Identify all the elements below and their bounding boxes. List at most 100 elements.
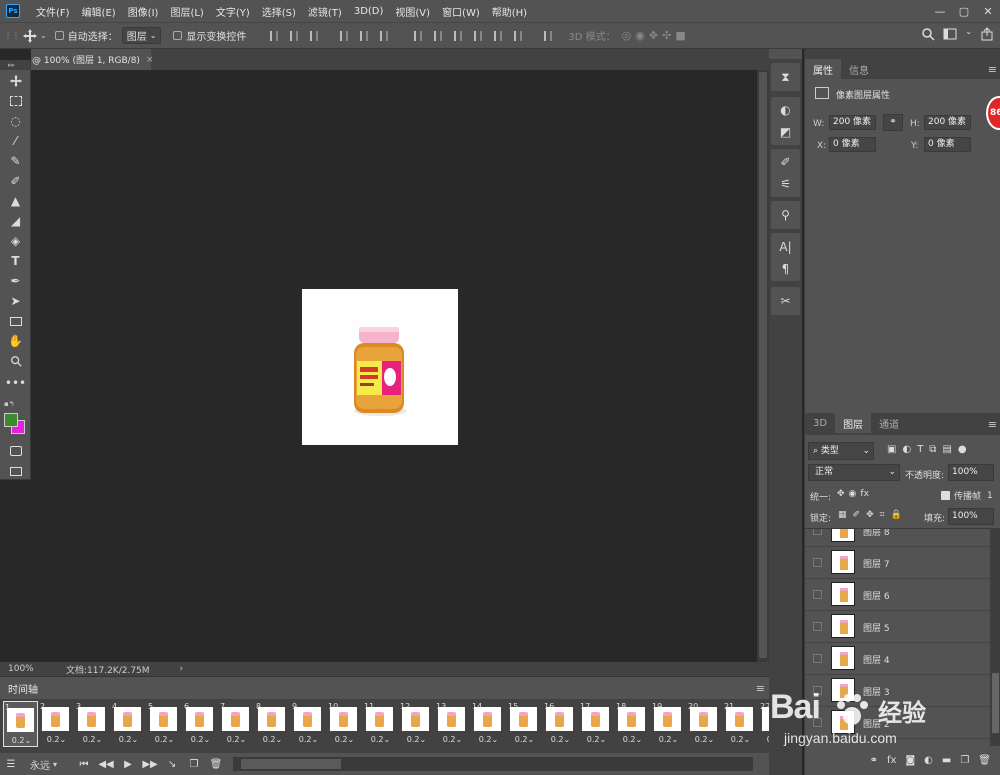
layer-name[interactable]: 图层 5 — [863, 621, 890, 634]
status-menu-arrow[interactable]: › — [180, 664, 184, 674]
frame-delay[interactable]: 0.2⌄ — [327, 735, 362, 744]
workspace-icon[interactable] — [943, 27, 957, 41]
filter-pixel-icon[interactable]: ▣ — [887, 444, 896, 455]
brushes-icon[interactable]: ✐ — [773, 151, 798, 173]
timeline-frame[interactable]: 140.2⌄ — [471, 701, 506, 747]
layer-visibility-toggle[interactable] — [813, 558, 822, 567]
panel-menu-icon[interactable]: ≡ — [988, 418, 997, 431]
prev-frame-icon[interactable]: ◀◀ — [95, 759, 117, 770]
panel-menu-icon[interactable]: ≡ — [988, 63, 997, 76]
distribute-top-icon[interactable] — [410, 28, 426, 44]
pen-tool[interactable]: ✒ — [5, 272, 26, 290]
frame-delay[interactable]: 0.2⌄ — [651, 735, 686, 744]
more-tools[interactable]: ••• — [5, 374, 26, 392]
layer-row[interactable]: 图层 7 — [805, 547, 990, 579]
lasso-tool[interactable]: ◌ — [5, 112, 26, 130]
magic-wand-tool[interactable]: ⁄ — [5, 132, 26, 150]
timeline-frame[interactable]: 10.2⌄ — [3, 701, 38, 747]
blend-mode-select[interactable]: 正常 ⌄ — [808, 464, 900, 481]
timeline-frame[interactable]: 110.2⌄ — [363, 701, 398, 747]
adjustments-icon[interactable]: ◐ — [773, 99, 798, 121]
align-left-icon[interactable] — [336, 28, 352, 44]
tab-info[interactable]: 信息 — [841, 59, 877, 79]
hand-tool[interactable]: ✋ — [5, 332, 26, 350]
timeline-frame[interactable]: 120.2⌄ — [399, 701, 434, 747]
layer-name[interactable]: 图层 8 — [863, 529, 890, 538]
lock-image-icon[interactable]: ✐ — [853, 510, 861, 520]
frame-delay[interactable]: 0.2⌄ — [39, 735, 74, 744]
link-layers-icon[interactable]: ⚭ — [870, 755, 878, 766]
tab-properties[interactable]: 属性 — [805, 59, 841, 79]
filter-adjustment-icon[interactable]: ◐ — [902, 444, 911, 455]
frame-delay[interactable]: 0.2⌄ — [75, 735, 110, 744]
timeline-frame[interactable]: 150.2⌄ — [507, 701, 542, 747]
tween-icon[interactable]: ↘ — [161, 759, 183, 770]
timeline-frame[interactable]: 80.2⌄ — [255, 701, 290, 747]
layer-visibility-toggle[interactable] — [813, 622, 822, 631]
frame-delay[interactable]: 0.2⌄ — [219, 735, 254, 744]
show-transform-checkbox[interactable]: 显示变换控件 — [173, 28, 246, 43]
layer-visibility-toggle[interactable] — [813, 529, 822, 535]
height-field[interactable]: 200 像素 — [924, 115, 971, 130]
search-icon[interactable] — [921, 27, 935, 41]
frame-delay[interactable]: 0.2⌄ — [291, 735, 326, 744]
minimize-button[interactable]: — — [928, 0, 952, 22]
y-field[interactable]: 0 像素 — [924, 137, 971, 152]
move-tool[interactable] — [5, 72, 26, 90]
menu-file[interactable]: 文件(F) — [30, 4, 76, 19]
frame-delay[interactable]: 0.2⌄ — [471, 735, 506, 744]
convert-timeline-icon[interactable]: ☰ — [0, 759, 22, 770]
timeline-frame[interactable]: 40.2⌄ — [111, 701, 146, 747]
distribute-left-icon[interactable] — [470, 28, 486, 44]
align-bottom-icon[interactable] — [306, 28, 322, 44]
timeline-frame[interactable]: 70.2⌄ — [219, 701, 254, 747]
layer-style-icon[interactable]: fx — [887, 755, 896, 766]
menu-image[interactable]: 图像(I) — [122, 4, 165, 19]
width-field[interactable]: 200 像素 — [829, 115, 876, 130]
distribute-vcenter-icon[interactable] — [430, 28, 446, 44]
frame-delay[interactable]: 0.2⌄ — [507, 735, 542, 744]
unify-style-icon[interactable]: fx — [860, 489, 869, 499]
frame-delay[interactable]: 0.2⌄ — [4, 736, 39, 745]
menu-3d[interactable]: 3D(D) — [348, 6, 390, 17]
frame-delay[interactable]: 0.2⌄ — [687, 735, 722, 744]
eyedropper-tool[interactable]: ✎ — [5, 152, 26, 170]
restore-button[interactable]: ▢ — [952, 0, 976, 22]
layer-visibility-toggle[interactable] — [813, 590, 822, 599]
timeline-frame[interactable]: 90.2⌄ — [291, 701, 326, 747]
scroll-thumb[interactable] — [759, 72, 767, 658]
close-button[interactable]: ✕ — [976, 0, 1000, 22]
adjustment-layer-icon[interactable]: ◐ — [924, 755, 933, 766]
marquee-tool[interactable] — [5, 92, 26, 110]
layer-mask-icon[interactable]: ◙ — [905, 755, 915, 766]
foreground-color-swatch[interactable] — [4, 413, 18, 427]
3d-orbit-icon[interactable]: ◎ — [622, 29, 632, 42]
chevron-down-icon[interactable]: ⌄ — [965, 27, 972, 41]
default-colors-icon[interactable]: ▪↰ — [4, 400, 15, 408]
type-tool[interactable]: T — [5, 252, 26, 270]
zoom-tool[interactable] — [5, 352, 26, 370]
frame-delay[interactable]: 0.2⌄ — [579, 735, 614, 744]
align-top-icon[interactable] — [266, 28, 282, 44]
layer-row[interactable]: 图层 4 — [805, 643, 990, 675]
play-icon[interactable]: ▶ — [117, 759, 139, 770]
new-group-icon[interactable]: ▬ — [942, 755, 951, 766]
paint-bucket-tool[interactable]: ◈ — [5, 232, 26, 250]
lock-all-icon[interactable]: 🔒 — [891, 510, 902, 520]
align-hcenter-icon[interactable] — [356, 28, 372, 44]
timeline-frame[interactable]: 20.2⌄ — [39, 701, 74, 747]
layer-name[interactable]: 图层 7 — [863, 557, 890, 570]
share-icon[interactable] — [980, 27, 994, 41]
timeline-frame[interactable]: 190.2⌄ — [651, 701, 686, 747]
document-tab[interactable]: @ 100% (图层 1, RGB/8) × — [31, 49, 154, 70]
menu-view[interactable]: 视图(V) — [389, 4, 436, 19]
eraser-tool[interactable]: ◢ — [5, 212, 26, 230]
menu-help[interactable]: 帮助(H) — [486, 4, 533, 19]
lock-position-icon[interactable]: ✥ — [866, 510, 874, 520]
brush-tool[interactable]: ✐ — [5, 172, 26, 190]
menu-layer[interactable]: 图层(L) — [164, 4, 209, 19]
frame-delay[interactable]: 0.2⌄ — [723, 735, 758, 744]
timeline-frame[interactable]: 210.2⌄ — [723, 701, 758, 747]
styles-icon[interactable]: ◩ — [773, 121, 798, 143]
timeline-frame[interactable]: 50.2⌄ — [147, 701, 182, 747]
